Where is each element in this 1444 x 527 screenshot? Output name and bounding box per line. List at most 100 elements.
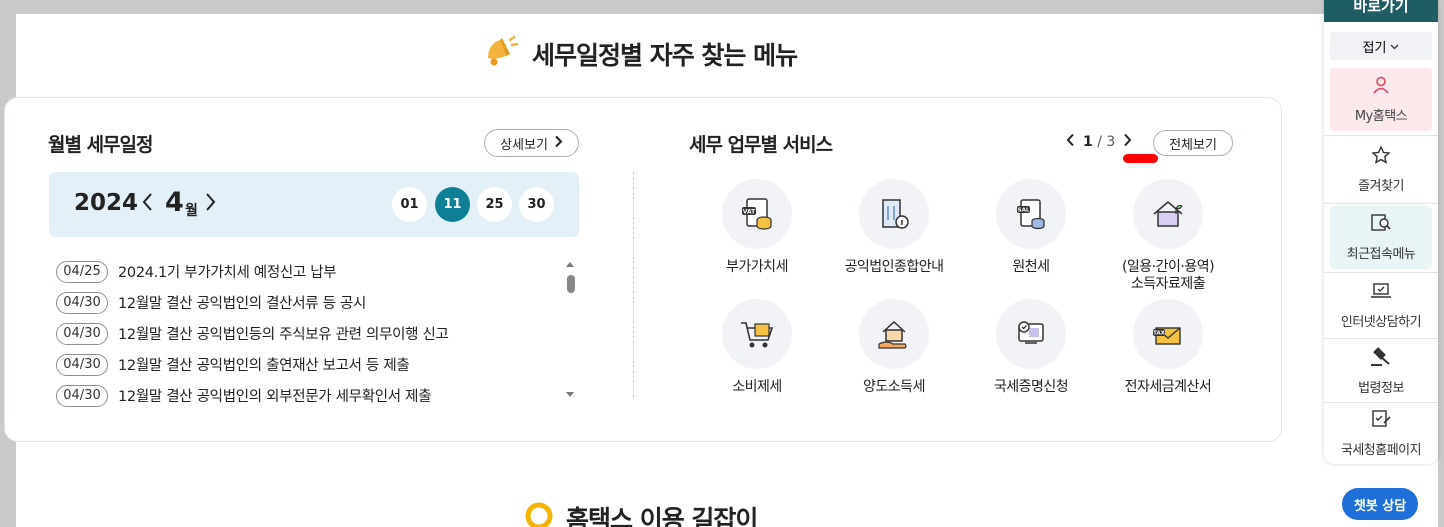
chatbot-button[interactable]: 챗봇 상담 xyxy=(1342,488,1418,520)
quick-nts-homepage[interactable]: 국세청홈페이지 xyxy=(1330,402,1432,465)
schedule-text: 12월말 결산 공익법인의 결산서류 등 공시 xyxy=(118,296,367,312)
quick-favorites[interactable]: 즐겨찾기 xyxy=(1330,138,1432,201)
schedule-item[interactable]: 04/25 2024.1기 부가가치세 예정신고 납부 xyxy=(56,256,556,287)
fold-button[interactable]: 접기 xyxy=(1330,32,1432,60)
calendar-title: 월별 세무일정 xyxy=(48,134,153,156)
month-number: 4 xyxy=(165,187,184,218)
service-withholding-tax[interactable]: SAL 원천세 xyxy=(956,179,1106,276)
schedule-text: 12월말 결산 공익법인의 외부전문가 세무확인서 제출 xyxy=(118,389,432,405)
panel-divider xyxy=(1324,272,1438,273)
tax-envelope-icon: TAX xyxy=(1133,299,1203,369)
day-button-25[interactable]: 25 xyxy=(477,187,512,222)
quick-law-info[interactable]: 법령정보 xyxy=(1330,340,1432,403)
section-heading: 세무일정별 자주 찾는 메뉴 xyxy=(480,32,798,76)
month-selector-bar: 2024 4 월 01 11 25 30 xyxy=(49,172,579,237)
fold-label: 접기 xyxy=(1362,40,1387,56)
house-hand-icon xyxy=(859,299,929,369)
quick-links-title: 바로가기 xyxy=(1324,0,1438,22)
detail-view-label: 상세보기 xyxy=(500,137,548,153)
service-label: 국세증명신청 xyxy=(993,379,1069,395)
laptop-chat-icon xyxy=(1370,281,1392,305)
panel-divider xyxy=(1324,135,1438,136)
schedule-date: 04/30 xyxy=(56,384,108,407)
day-button-01[interactable]: 01 xyxy=(392,187,427,222)
quick-my-hometax[interactable]: My홈택스 xyxy=(1330,68,1432,131)
day-button-30[interactable]: 30 xyxy=(519,187,554,222)
page-current: 1 xyxy=(1083,134,1093,150)
panel-divider xyxy=(1324,203,1438,204)
schedule-item[interactable]: 04/30 12월말 결산 공익법인의 외부전문가 세무확인서 제출 xyxy=(56,380,556,411)
quick-item-label: 최근접속메뉴 xyxy=(1346,247,1416,262)
schedule-item[interactable]: 04/30 12월말 결산 공익법인의 출연재산 보고서 등 제출 xyxy=(56,349,556,380)
house-plant-icon xyxy=(1133,179,1203,249)
svg-text:VAT: VAT xyxy=(743,209,756,216)
prev-month-chevron-icon[interactable] xyxy=(141,192,153,216)
view-all-button[interactable]: 전체보기 xyxy=(1153,130,1233,156)
prev-page-chevron-icon[interactable] xyxy=(1066,133,1075,151)
scroll-up-arrow-icon[interactable] xyxy=(566,262,574,267)
svg-text:TAX: TAX xyxy=(1153,331,1166,337)
quick-links-panel: 바로가기 접기 My홈택스 즐겨찾기 최근접속메뉴 인터넷상담하기 법령정보 국… xyxy=(1324,0,1438,464)
svg-text:SAL: SAL xyxy=(1018,208,1030,214)
schedule-text: 2024.1기 부가가치세 예정신고 납부 xyxy=(118,265,337,281)
quick-item-label: 즐겨찾기 xyxy=(1358,179,1404,194)
service-label: 소비제세 xyxy=(732,379,782,395)
section-title: 세무일정별 자주 찾는 메뉴 xyxy=(532,41,798,70)
guide-title: 홈택스 이용 길잡이 xyxy=(566,505,758,527)
next-page-chevron-icon[interactable] xyxy=(1123,133,1132,151)
quick-item-label: My홈택스 xyxy=(1354,109,1408,124)
service-public-corp-guide[interactable]: 공익법인종합안내 xyxy=(819,179,969,276)
services-pager: 1 / 3 xyxy=(1066,133,1132,151)
service-income-data-submit[interactable]: (일용·간이·용역) 소득자료제출 xyxy=(1093,179,1243,293)
schedule-item[interactable]: 04/30 12월말 결산 공익법인의 결산서류 등 공시 xyxy=(56,287,556,318)
schedule-item[interactable]: 04/30 12월말 결산 공익법인등의 주식보유 관련 의무이행 신고 xyxy=(56,318,556,349)
month-unit: 월 xyxy=(185,203,198,219)
service-capital-gains-tax[interactable]: 양도소득세 xyxy=(819,299,969,396)
scroll-thumb[interactable] xyxy=(567,275,575,293)
star-icon xyxy=(1371,145,1391,169)
next-month-chevron-icon[interactable] xyxy=(205,192,217,216)
section-divider xyxy=(633,172,634,398)
bell-icon xyxy=(480,32,520,76)
service-label: 양도소득세 xyxy=(863,379,925,395)
quick-online-consult[interactable]: 인터넷상담하기 xyxy=(1330,274,1432,337)
service-tax-certificate[interactable]: 국세증명신청 xyxy=(956,299,1106,396)
view-all-label: 전체보기 xyxy=(1169,137,1217,153)
service-vat[interactable]: VAT 부가가치세 xyxy=(682,179,832,276)
shopping-cart-icon xyxy=(722,299,792,369)
service-consumption-tax[interactable]: 소비제세 xyxy=(682,299,832,396)
detail-view-button[interactable]: 상세보기 xyxy=(484,129,579,157)
red-highlight-mark xyxy=(1123,154,1158,163)
schedule-date: 04/30 xyxy=(56,322,108,345)
scroll-down-arrow-icon[interactable] xyxy=(566,392,574,397)
service-label: 원천세 xyxy=(1012,259,1050,275)
schedule-date: 04/25 xyxy=(56,260,108,283)
page-separator: / xyxy=(1097,134,1102,150)
gavel-icon xyxy=(1370,347,1392,371)
schedule-date: 04/30 xyxy=(56,353,108,376)
schedule-text: 12월말 결산 공익법인등의 주식보유 관련 의무이행 신고 xyxy=(118,327,449,343)
guide-heading: 홈택스 이용 길잡이 xyxy=(524,500,758,527)
schedule-list: 04/25 2024.1기 부가가치세 예정신고 납부 04/30 12월말 결… xyxy=(56,256,556,411)
day-button-11[interactable]: 11 xyxy=(435,187,470,222)
vat-document-icon: VAT xyxy=(722,179,792,249)
chevron-down-icon xyxy=(1390,39,1399,54)
schedule-date: 04/30 xyxy=(56,291,108,314)
checklist-icon xyxy=(1370,409,1392,433)
quick-item-label: 인터넷상담하기 xyxy=(1340,315,1422,330)
page-total: 3 xyxy=(1106,134,1116,150)
service-label: 전자세금계산서 xyxy=(1124,379,1212,395)
service-e-tax-invoice[interactable]: TAX 전자세금계산서 xyxy=(1093,299,1243,396)
recent-search-icon xyxy=(1370,213,1392,237)
service-label: (일용·간이·용역) 소득자료제출 xyxy=(1121,259,1215,292)
certificate-icon xyxy=(996,299,1066,369)
quick-item-label: 국세청홈페이지 xyxy=(1340,443,1422,458)
chevron-right-icon xyxy=(554,135,563,152)
panel-divider xyxy=(1324,338,1438,339)
schedule-scrollbar[interactable] xyxy=(564,260,578,402)
person-icon xyxy=(1371,75,1391,99)
building-info-icon xyxy=(859,179,929,249)
schedule-text: 12월말 결산 공익법인의 출연재산 보고서 등 제출 xyxy=(118,358,410,374)
withholding-tax-icon: SAL xyxy=(996,179,1066,249)
quick-recent-menu[interactable]: 최근접속메뉴 xyxy=(1330,206,1432,269)
